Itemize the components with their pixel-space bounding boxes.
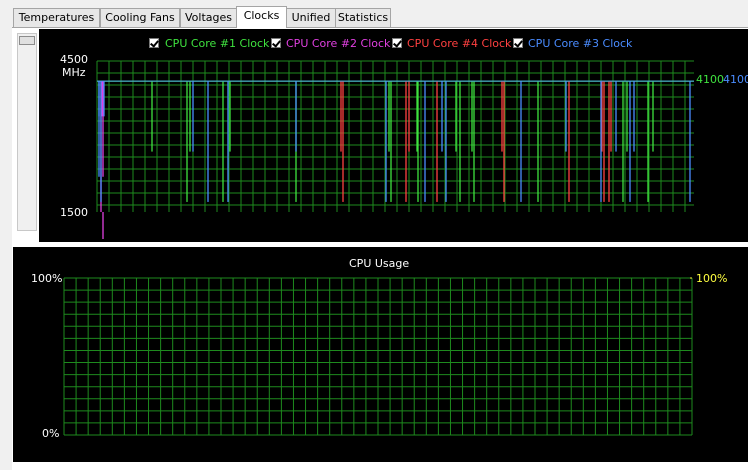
usage-chart-plot: [63, 277, 693, 436]
tab-unified[interactable]: Unified: [286, 8, 336, 27]
usage-chart-panel: CPU Usage 100% 0% 100%: [13, 247, 748, 462]
tab-clocks[interactable]: Clocks: [236, 6, 287, 28]
tab-temperatures[interactable]: Temperatures: [13, 8, 100, 27]
legend-core3-label: CPU Core #3 Clock: [528, 37, 633, 50]
legend-core4-label: CPU Core #4 Clock: [407, 37, 512, 50]
checkbox-core2[interactable]: [271, 38, 281, 48]
usage-y-min: 0%: [42, 427, 60, 440]
clock-right-value-core1: 4100: [696, 73, 724, 86]
clock-y-unit: MHz: [62, 66, 86, 79]
tab-voltages[interactable]: Voltages: [180, 8, 237, 27]
usage-y-max: 100%: [31, 272, 63, 285]
usage-right-value: 100%: [696, 272, 728, 285]
checkbox-core1[interactable]: [149, 38, 159, 48]
clock-y-min: 1500: [60, 206, 88, 219]
clock-chart-plot: [96, 60, 694, 239]
zoom-slider-thumb[interactable]: [19, 36, 35, 45]
clock-right-value-core3: 4100: [723, 73, 748, 86]
checkbox-core4[interactable]: [392, 38, 402, 48]
legend-core1-label: CPU Core #1 Clock: [165, 37, 270, 50]
clock-y-max: 4500: [60, 53, 88, 66]
checkbox-core3[interactable]: [513, 38, 523, 48]
tab-cooling-fans[interactable]: Cooling Fans: [100, 8, 180, 27]
legend-core2-label: CPU Core #2 Clock: [286, 37, 391, 50]
zoom-slider[interactable]: [17, 33, 37, 231]
clock-chart-panel: CPU Core #1 Clock CPU Core #2 Clock CPU …: [39, 29, 748, 242]
usage-chart-title: CPU Usage: [349, 257, 410, 270]
tab-statistics[interactable]: Statistics: [335, 8, 391, 27]
